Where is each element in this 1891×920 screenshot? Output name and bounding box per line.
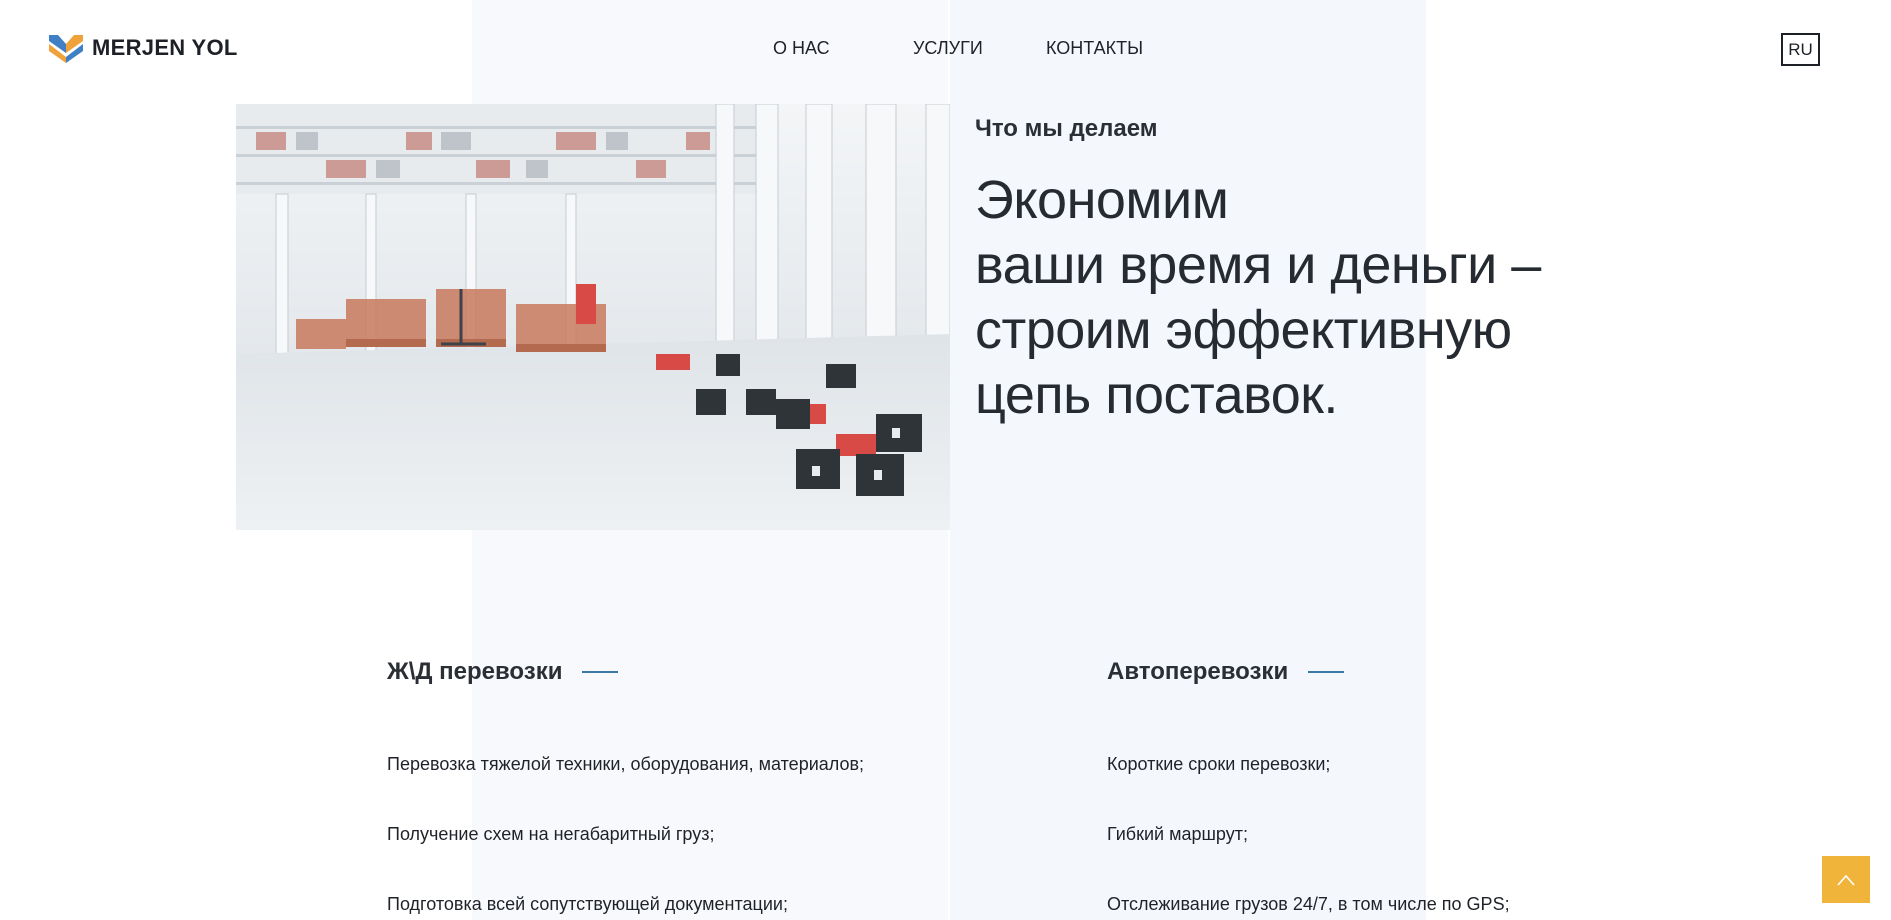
nav-link-contacts[interactable]: КОНТАКТЫ — [1046, 38, 1143, 59]
hero-kicker: Что мы делаем — [975, 115, 1158, 142]
service-title: Автоперевозки — [1107, 658, 1289, 685]
page: MERJEN YOL О НАС УСЛУГИ КОНТАКТЫ RU Что … — [0, 0, 1891, 920]
hero-title-line: цепь поставок. — [975, 365, 1338, 425]
service-list-item: Подготовка всей сопутствующей документац… — [387, 894, 788, 914]
main-nav: О НАС УСЛУГИ КОНТАКТЫ — [0, 38, 1891, 62]
accent-rule — [582, 671, 619, 673]
service-list: Короткие сроки перевозки; Гибкий маршрут… — [1107, 752, 1667, 920]
nav-link-services[interactable]: УСЛУГИ — [913, 38, 983, 59]
service-auto-transport: Автоперевозки Короткие сроки перевозки; … — [1107, 652, 1667, 920]
service-heading: Автоперевозки — [1107, 652, 1667, 692]
site-header: MERJEN YOL О НАС УСЛУГИ КОНТАКТЫ RU — [0, 0, 1891, 98]
hero-text: Что мы делаем Экономим ваши время и день… — [975, 112, 1615, 428]
language-switcher[interactable]: RU — [1781, 33, 1820, 66]
scroll-to-top-button[interactable] — [1822, 856, 1870, 903]
service-list-item: Получение схем на негабаритный груз; — [387, 824, 715, 844]
service-title: Ж\Д перевозки — [387, 658, 563, 685]
nav-link-about[interactable]: О НАС — [773, 38, 830, 59]
service-list: Перевозка тяжелой техники, оборудования,… — [387, 752, 947, 920]
service-list-item: Перевозка тяжелой техники, оборудования,… — [387, 754, 865, 774]
service-list-item: Гибкий маршрут; — [1107, 824, 1248, 844]
warehouse-photo — [236, 104, 950, 530]
service-heading: Ж\Д перевозки — [387, 652, 947, 692]
service-list-item: Отслеживание грузов 24/7, в том числе по… — [1107, 894, 1510, 914]
hero-title-line: ваши время и деньги – — [975, 235, 1541, 295]
service-rail-transport: Ж\Д перевозки Перевозка тяжелой техники,… — [387, 652, 947, 920]
accent-rule — [1308, 671, 1345, 673]
hero-title-line: Экономим — [975, 170, 1229, 230]
service-list-item: Короткие сроки перевозки; — [1107, 754, 1331, 774]
chevron-up-icon — [1837, 874, 1855, 886]
hero-title: Экономим ваши время и деньги – строим эф… — [975, 168, 1615, 428]
hero-title-line: строим эффективную — [975, 300, 1512, 360]
